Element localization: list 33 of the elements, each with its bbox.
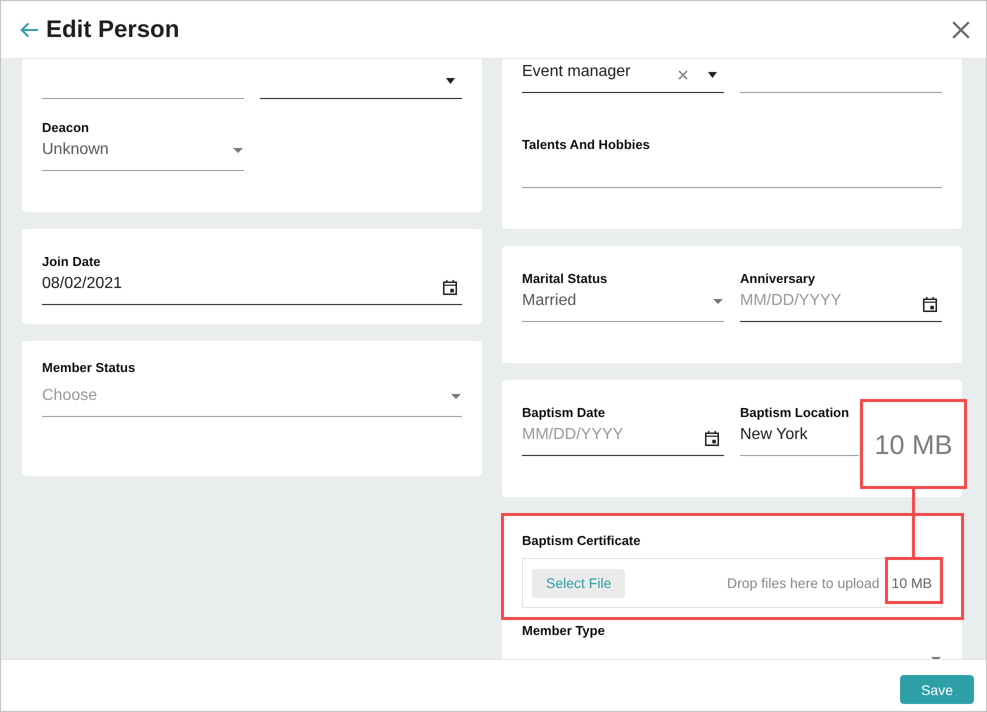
save-button[interactable]: Save bbox=[900, 675, 974, 704]
field-label: Deacon bbox=[42, 120, 89, 136]
field-label: Baptism Certificate bbox=[522, 533, 640, 549]
field-label: Member Status bbox=[42, 360, 136, 376]
date-field[interactable]: 08/02/2021 bbox=[42, 272, 462, 305]
field-label: Baptism Date bbox=[522, 405, 606, 421]
select-field[interactable]: Married bbox=[522, 289, 724, 322]
select-field[interactable]: Unknown bbox=[42, 138, 244, 171]
caret-icon bbox=[713, 298, 723, 304]
close-icon[interactable] bbox=[952, 20, 970, 38]
calendar-icon[interactable] bbox=[705, 430, 719, 446]
file-drop-zone[interactable]: Select File Drop files here to upload 10 MB bbox=[522, 558, 942, 608]
file-size-limit: 10 MB bbox=[892, 575, 932, 591]
connector-line bbox=[912, 488, 915, 558]
caret-icon bbox=[451, 394, 461, 398]
calendar-icon[interactable] bbox=[443, 280, 457, 294]
field-label: Baptism Location bbox=[740, 405, 850, 421]
dropdown-field[interactable]: Event manager bbox=[522, 60, 724, 93]
magnified-callout: 10 MB bbox=[860, 399, 967, 489]
field-label: Talents And Hobbies bbox=[522, 137, 650, 153]
calendar-icon[interactable] bbox=[923, 296, 937, 312]
clear-icon[interactable] bbox=[678, 70, 688, 80]
caret-icon bbox=[233, 148, 243, 152]
field-label: Anniversary bbox=[740, 271, 816, 287]
dialog-title: Edit Person bbox=[46, 14, 180, 44]
caret-icon bbox=[708, 72, 717, 78]
field-label: Marital Status bbox=[522, 271, 608, 287]
back-arrow-icon[interactable] bbox=[20, 22, 38, 38]
field-label: Join Date bbox=[42, 254, 101, 270]
text-field[interactable]: New York bbox=[740, 423, 859, 456]
caret-icon bbox=[446, 78, 455, 84]
field-label: Member Type bbox=[522, 623, 605, 639]
drop-hint: Drop files here to upload bbox=[726, 575, 880, 591]
